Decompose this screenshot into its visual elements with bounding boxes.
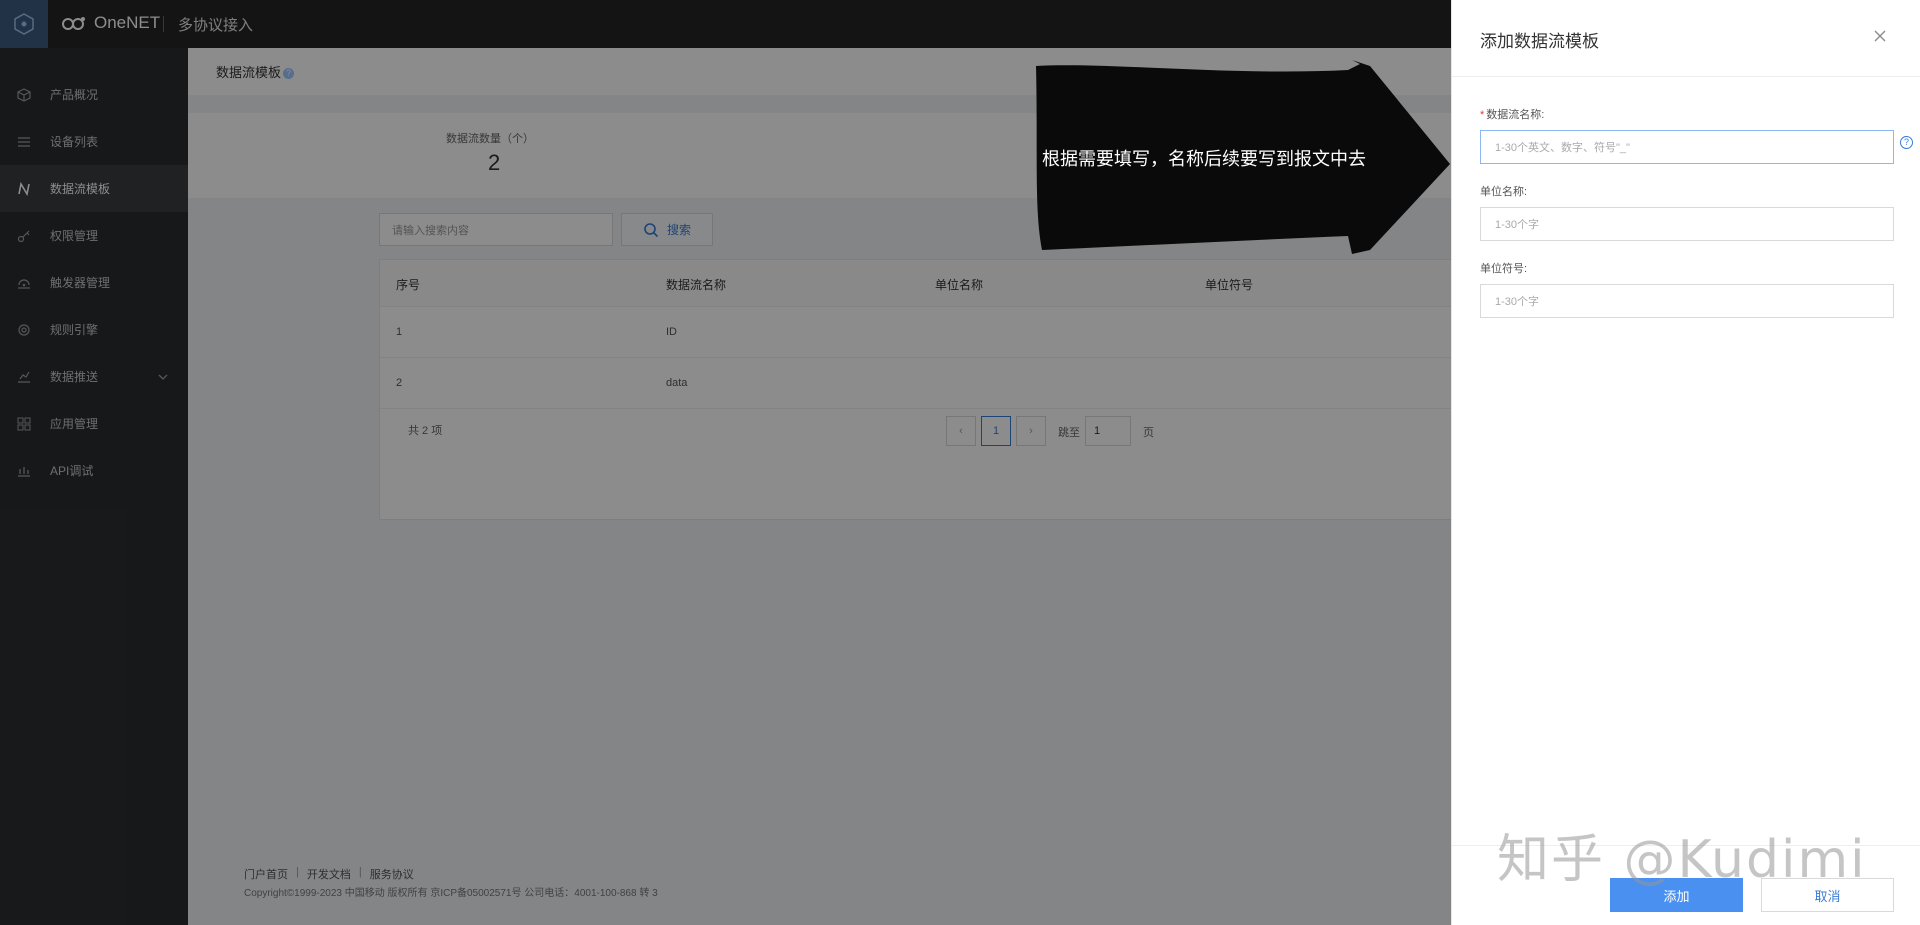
unit-symbol-input[interactable]: 1-30个字 (1480, 284, 1894, 318)
unit-symbol-label: 单位符号: (1480, 263, 1528, 275)
stream-name-label: * 数据流名称: (1480, 106, 1544, 122)
unit-name-input[interactable]: 1-30个字 (1480, 207, 1894, 241)
drawer-title: 添加数据流模板 (1480, 32, 1599, 51)
unit-name-label: 单位名称: (1480, 186, 1528, 198)
add-stream-template-drawer: 添加数据流模板 * 数据流名称: 1-30个英文、数字、符号"_" ? 单位名称:… (1451, 0, 1920, 925)
help-icon[interactable]: ? (1900, 136, 1913, 149)
stream-name-label-text: 数据流名称: (1486, 109, 1545, 121)
annotation-text: 根据需要填写，名称后续要写到报文中去 (1042, 149, 1366, 170)
drawer-header: 添加数据流模板 (1452, 0, 1920, 77)
close-icon[interactable] (1870, 27, 1890, 47)
watermark: 知乎 @Kudimi (1497, 830, 1867, 890)
required-mark: * (1480, 109, 1485, 121)
stream-name-input[interactable]: 1-30个英文、数字、符号"_" (1480, 130, 1894, 164)
